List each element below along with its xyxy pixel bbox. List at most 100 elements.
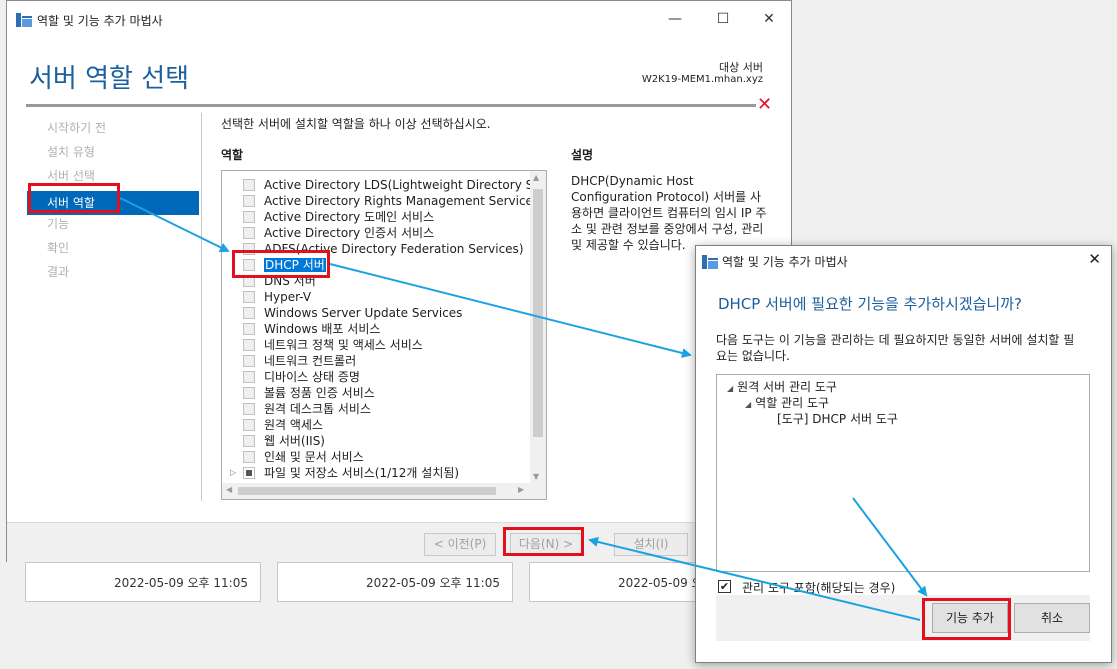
role-checkbox[interactable] [243, 291, 255, 303]
role-item[interactable]: Active Directory Rights Management Servi… [222, 193, 532, 209]
card-date: 2022-05-09 오후 11:05 [113, 576, 248, 590]
server-manager-icon [16, 13, 32, 27]
error-icon[interactable]: ✕ [757, 94, 772, 115]
role-item[interactable]: Active Directory LDS(Lightweight Directo… [222, 177, 532, 193]
role-checkbox[interactable] [243, 403, 255, 415]
add-features-dialog: 역할 및 기능 추가 마법사 ✕ DHCP 서버에 필요한 기능을 추가하시겠습… [695, 245, 1112, 663]
include-tools-checkbox[interactable]: ✔ [718, 580, 731, 593]
role-checkbox[interactable] [243, 355, 255, 367]
wizard-titlebar: 역할 및 기능 추가 마법사 — ☐ ✕ [7, 1, 791, 39]
wizard-window: 역할 및 기능 추가 마법사 — ☐ ✕ 서버 역할 선택 대상 서버 W2K1… [6, 0, 792, 562]
nav-item-results[interactable]: 결과 [27, 263, 199, 287]
tree-node[interactable]: ◢ 원격 서버 관리 도구 [727, 378, 837, 395]
role-label: Active Directory LDS(Lightweight Directo… [264, 178, 532, 192]
vertical-scrollbar[interactable]: ▲ ▼ [530, 171, 546, 483]
role-item[interactable]: Active Directory 도메인 서비스 [222, 209, 532, 225]
scroll-right-icon[interactable]: ▶ [518, 485, 524, 494]
role-label: 웹 서버(IIS) [264, 434, 325, 448]
role-checkbox[interactable] [243, 307, 255, 319]
role-label: 원격 데스크톱 서비스 [264, 402, 371, 416]
role-label: 디바이스 상태 증명 [264, 370, 360, 384]
scroll-left-icon[interactable]: ◀ [226, 485, 232, 494]
role-item[interactable]: Active Directory 인증서 서비스 [222, 225, 532, 241]
target-server-name: W2K19-MEM1.mhan.xyz [641, 74, 763, 85]
role-checkbox[interactable] [243, 211, 255, 223]
role-checkbox[interactable] [243, 451, 255, 463]
maximize-icon[interactable]: ☐ [713, 11, 733, 27]
dialog-close-icon[interactable]: ✕ [1088, 250, 1101, 268]
previous-button[interactable]: < 이전(P) [424, 533, 496, 556]
expand-arrow-icon[interactable]: ▷ [230, 465, 236, 481]
role-checkbox[interactable] [243, 195, 255, 207]
wizard-footer: < 이전(P) 다음(N) > 설치(I) [7, 522, 791, 562]
role-item[interactable]: 인쇄 및 문서 서비스 [222, 449, 532, 465]
install-button[interactable]: 설치(I) [614, 533, 688, 556]
role-label: 원격 액세스 [264, 418, 324, 432]
server-manager-icon [702, 255, 718, 269]
tree-node[interactable]: [도구] DHCP 서버 도구 [777, 410, 898, 427]
role-checkbox[interactable] [243, 419, 255, 431]
role-checkbox[interactable] [243, 227, 255, 239]
tree-node-label: 원격 서버 관리 도구 [737, 380, 837, 394]
target-server-label: 대상 서버 [719, 61, 763, 74]
highlight-add-features [922, 598, 1011, 640]
dialog-body-text: 다음 도구는 이 기능을 관리하는 데 필요하지만 동일한 서버에 설치할 필요… [716, 333, 1075, 363]
minimize-icon[interactable]: — [665, 11, 685, 27]
role-item[interactable]: 네트워크 컨트롤러 [222, 353, 532, 369]
role-checkbox[interactable] [243, 387, 255, 399]
nav-item-features[interactable]: 기능 [27, 215, 199, 239]
role-label: Active Directory 도메인 서비스 [264, 210, 435, 224]
role-item[interactable]: 원격 액세스 [222, 417, 532, 433]
header-divider [26, 104, 756, 107]
tree-node[interactable]: ◢ 역할 관리 도구 [745, 394, 829, 411]
role-item[interactable]: 네트워크 정책 및 액세스 서비스 [222, 337, 532, 353]
scroll-thumb[interactable] [533, 189, 543, 437]
cancel-button[interactable]: 취소 [1014, 603, 1090, 633]
wizard-title: 역할 및 기능 추가 마법사 [37, 14, 163, 28]
tree-node-label: [도구] DHCP 서버 도구 [777, 412, 898, 426]
collapse-arrow-icon[interactable]: ◢ [727, 384, 733, 393]
role-label: 파일 및 저장소 서비스(1/12개 설치됨) [264, 466, 460, 480]
dashboard-card: 2022-05-09 오후 11:05 [25, 562, 261, 602]
role-checkbox[interactable] [243, 467, 255, 479]
role-label: Windows 배포 서비스 [264, 322, 381, 336]
description-header: 설명 [571, 148, 594, 162]
role-label: Hyper-V [264, 290, 312, 304]
role-item[interactable]: Windows 배포 서비스 [222, 321, 532, 337]
collapse-arrow-icon[interactable]: ◢ [745, 400, 751, 409]
scroll-down-icon[interactable]: ▼ [533, 472, 539, 481]
role-item[interactable]: 원격 데스크톱 서비스 [222, 401, 532, 417]
close-icon[interactable]: ✕ [759, 11, 779, 27]
role-checkbox[interactable] [243, 339, 255, 351]
role-label: Active Directory 인증서 서비스 [264, 226, 435, 240]
highlight-server-roles [28, 183, 120, 213]
roles-header: 역할 [221, 148, 244, 162]
role-checkbox[interactable] [243, 179, 255, 191]
dashboard-card: 2022-05-09 오후 11:05 [277, 562, 513, 602]
role-label: 네트워크 정책 및 액세스 서비스 [264, 338, 423, 352]
role-label: Active Directory Rights Management Servi… [264, 194, 532, 208]
role-description: DHCP(Dynamic Host Configuration Protocol… [571, 174, 767, 252]
nav-item-installation-type[interactable]: 설치 유형 [27, 143, 199, 167]
role-checkbox[interactable] [243, 435, 255, 447]
dialog-heading: DHCP 서버에 필요한 기능을 추가하시겠습니까? [718, 295, 1022, 313]
role-item[interactable]: Hyper-V [222, 289, 532, 305]
nav-item-before-you-begin[interactable]: 시작하기 전 [27, 119, 199, 143]
feature-tree[interactable]: ◢ 원격 서버 관리 도구 ◢ 역할 관리 도구 [도구] DHCP 서버 도구 [716, 374, 1090, 572]
role-item[interactable]: ▷ 파일 및 저장소 서비스(1/12개 설치됨) [222, 465, 532, 481]
role-checkbox[interactable] [243, 323, 255, 335]
instruction-text: 선택한 서버에 설치할 역할을 하나 이상 선택하십시오. [221, 117, 491, 131]
highlight-next [503, 527, 584, 556]
roles-list[interactable]: Active Directory LDS(Lightweight Directo… [221, 170, 547, 500]
horizontal-scrollbar[interactable]: ◀ ▶ [222, 483, 546, 499]
tree-node-label: 역할 관리 도구 [755, 396, 830, 410]
scroll-thumb[interactable] [238, 487, 496, 495]
role-item[interactable]: 웹 서버(IIS) [222, 433, 532, 449]
role-item[interactable]: 디바이스 상태 증명 [222, 369, 532, 385]
role-item[interactable]: 볼륨 정품 인증 서비스 [222, 385, 532, 401]
nav-item-confirmation[interactable]: 확인 [27, 239, 199, 263]
scroll-up-icon[interactable]: ▲ [533, 173, 539, 182]
role-label: 인쇄 및 문서 서비스 [264, 450, 364, 464]
role-checkbox[interactable] [243, 371, 255, 383]
role-item[interactable]: Windows Server Update Services [222, 305, 532, 321]
